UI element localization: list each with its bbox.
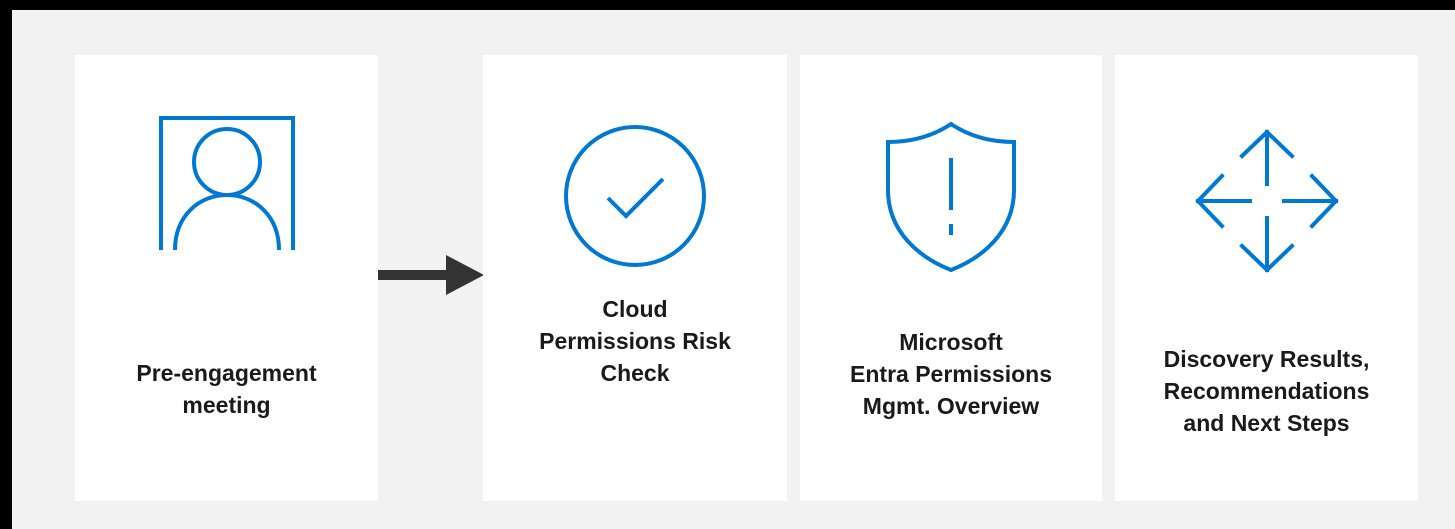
shield-alert-icon [884,120,1018,279]
step-label: Discovery Results, Recommendations and N… [1163,346,1370,436]
checkmark-circle-icon [563,124,707,273]
step-label: Cloud Permissions Risk Check [539,296,731,386]
step-card-pre-engagement: Pre-engagement meeting [75,55,378,501]
person-portrait-icon [157,114,297,255]
step-label: Pre-engagement meeting [136,360,317,418]
step-card-risk-check: Cloud Permissions Risk Check [483,55,787,501]
step-card-discovery-results: Discovery Results, Recommendations and N… [1115,55,1418,501]
flow-arrow-icon [378,255,484,300]
move-arrows-icon [1192,126,1342,281]
step-card-permissions-overview: Microsoft Entra Permissions Mgmt. Overvi… [800,55,1102,501]
step-label: Microsoft Entra Permissions Mgmt. Overvi… [850,329,1052,419]
diagram-canvas: Pre-engagement meeting Cloud Permissions… [12,10,1455,529]
